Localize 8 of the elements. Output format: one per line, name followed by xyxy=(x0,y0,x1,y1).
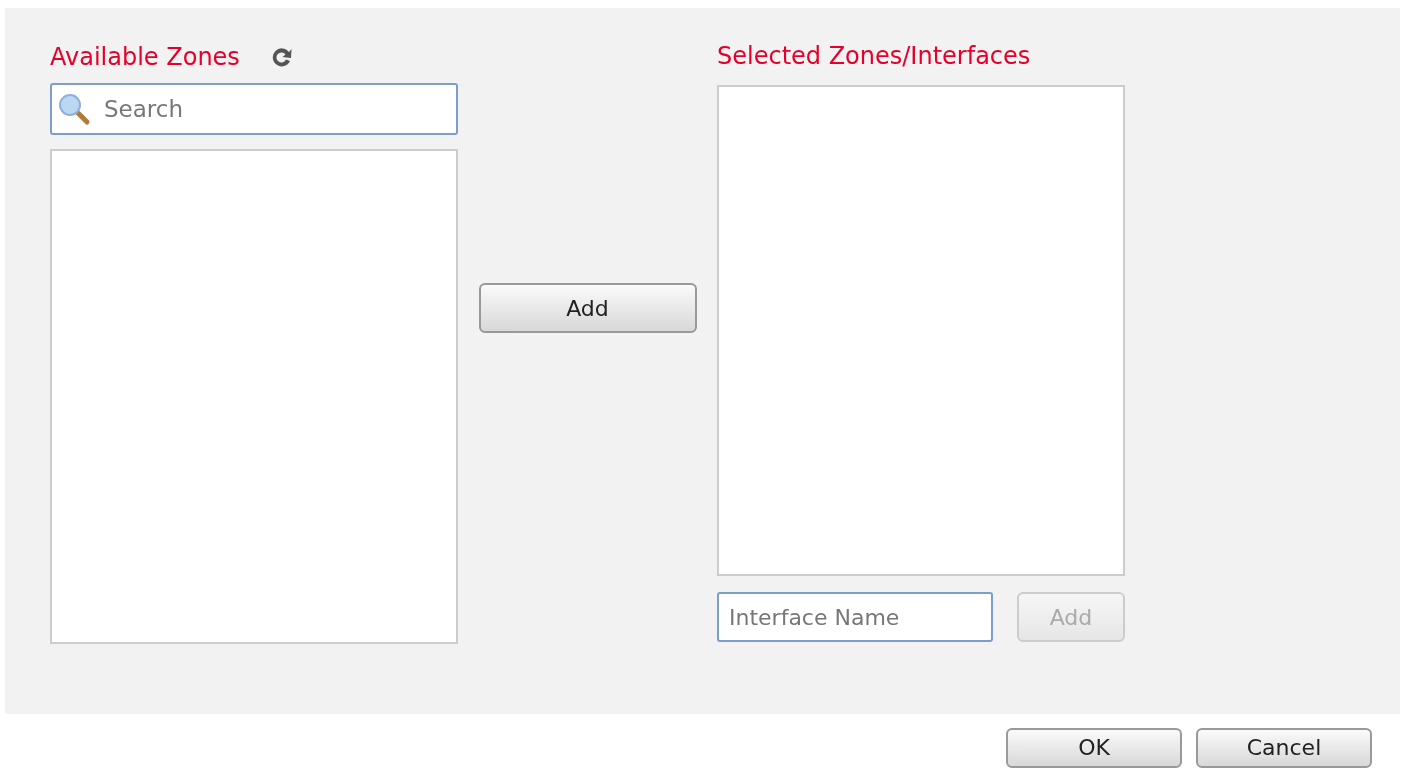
ok-button[interactable]: OK xyxy=(1006,728,1182,768)
interface-name-field[interactable]: Interface Name xyxy=(717,592,993,642)
add-button[interactable]: Add xyxy=(478,283,697,333)
cancel-button[interactable]: Cancel xyxy=(1196,728,1372,768)
available-zones-heading: Available Zones xyxy=(50,43,240,71)
selected-zones-heading: Selected Zones/Interfaces xyxy=(717,42,1031,70)
search-icon xyxy=(57,92,91,126)
search-field[interactable]: Search xyxy=(50,83,458,135)
